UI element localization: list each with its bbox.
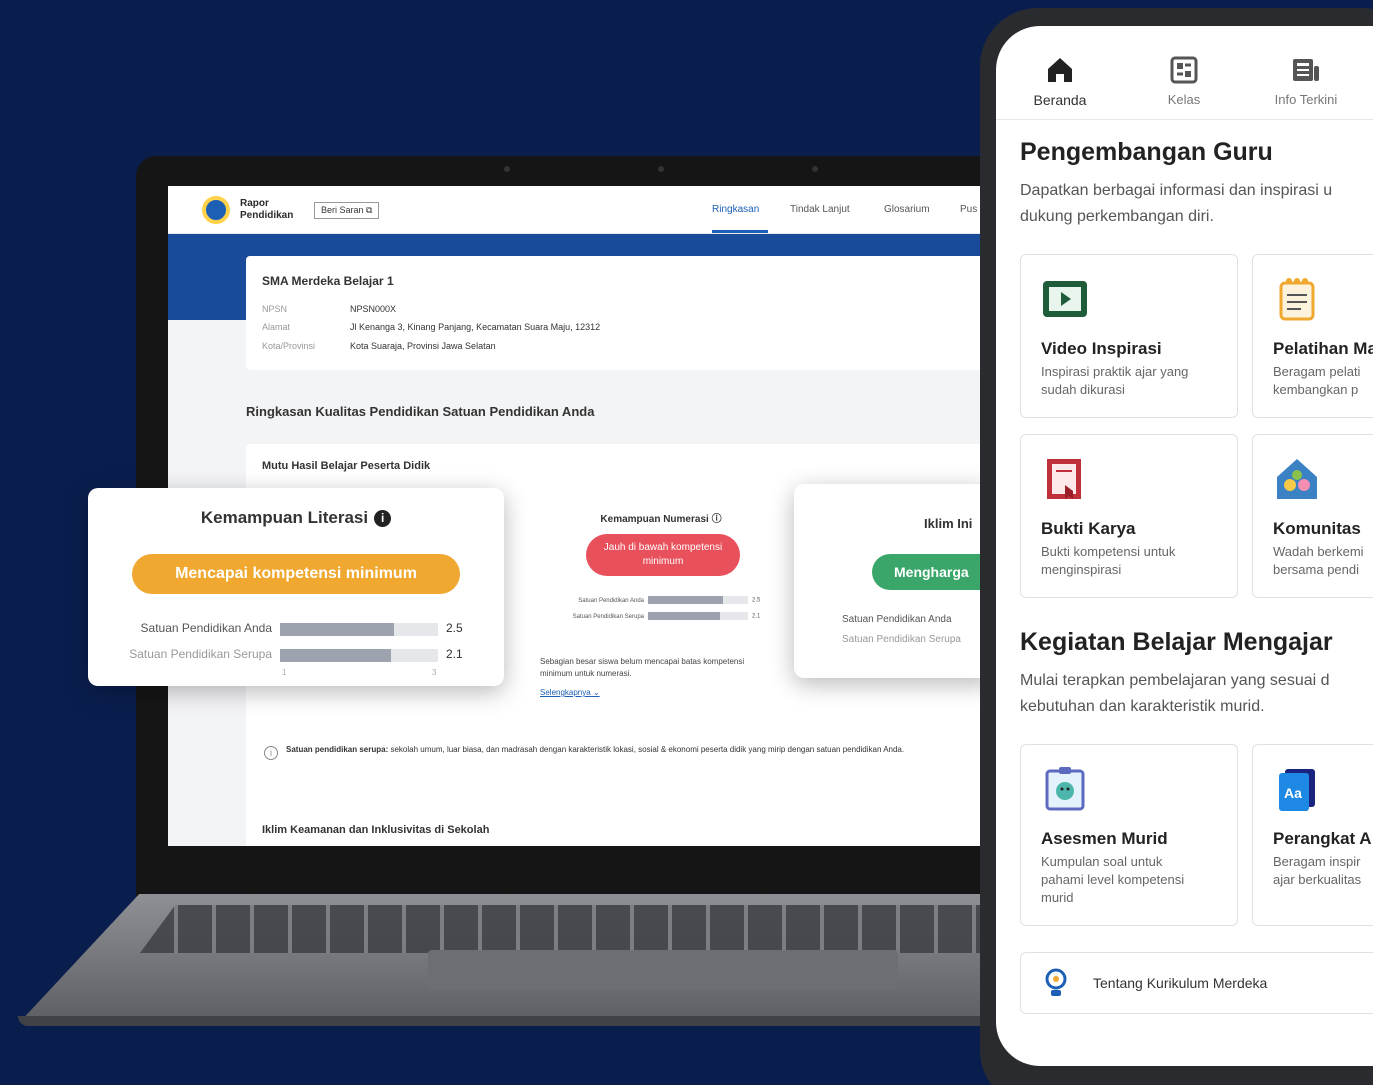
numerasi-row: Satuan Pendidikan Anda 2.5 [578, 596, 761, 604]
literasi-card: Kemampuan Literasi i Mencapai kompetensi … [88, 488, 504, 686]
card-perangkat-ajar[interactable]: Aa Perangkat A Beragam inspir ajar berku… [1252, 744, 1373, 926]
axis-tick: 1 [282, 668, 287, 677]
camera-dot [658, 166, 664, 172]
iklim-title: Iklim Ini [924, 516, 973, 531]
axis-tick: 3 [432, 668, 437, 677]
numerasi-bar-fill [648, 596, 723, 604]
video-icon [1043, 281, 1087, 317]
assessment-icon [1045, 767, 1085, 811]
laptop-trackpad [428, 950, 898, 990]
iklim-row: Satuan Pendidikan Serupa [842, 634, 961, 645]
section-subtitle: Mulai terapkan pembelajaran yang sesuai … [1020, 672, 1330, 715]
laptop-keyboard [140, 905, 1020, 953]
iklim-section-title: Iklim Keamanan dan Inklusivitas di Sekol… [262, 824, 490, 836]
literasi-status-badge: Mencapai kompetensi minimum [132, 554, 460, 594]
lightbulb-icon [1045, 968, 1067, 996]
school-name: SMA Merdeka Belajar 1 [262, 274, 394, 288]
numerasi-bar-fill [648, 612, 720, 620]
literasi-bar [280, 649, 438, 662]
school-row: NPSN NPSN000X [262, 304, 397, 314]
feedback-button[interactable]: Beri Saran ⧉ [314, 202, 380, 219]
school-info-card: SMA Merdeka Belajar 1 NPSN NPSN000X Alama… [246, 256, 998, 370]
card-video-inspirasi[interactable]: Video Inspirasi Inspirasi praktik ajar y… [1020, 254, 1238, 418]
iklim-row: Satuan Pendidikan Anda [842, 614, 952, 625]
iklim-card: Iklim Ini Mengharga Satuan Pendidikan An… [794, 484, 994, 678]
kurikulum-merdeka-banner[interactable]: Tentang Kurikulum Merdeka [1020, 952, 1373, 1014]
iklim-status-badge: Mengharga [872, 554, 994, 590]
school-row: Alamat Jl Kenanga 3, Kinang Panjang, Keca… [262, 322, 601, 332]
notebook-icon [1279, 278, 1315, 321]
nav-item-beranda[interactable]: Beranda [1010, 54, 1110, 108]
info-icon[interactable]: i [374, 510, 392, 527]
community-icon [1277, 459, 1317, 499]
school-row: Kota/Provinsi Kota Suaraja, Provinsi Jawa… [262, 341, 496, 351]
info-icon[interactable]: ⓘ [712, 514, 722, 525]
numerasi-bar [648, 596, 748, 604]
card-komunitas[interactable]: Komunitas Wadah berkemi bersama pendi [1252, 434, 1373, 598]
numerasi-row: Satuan Pendidikan Serupa 2.1 [572, 612, 761, 620]
tab-glosarium[interactable]: Glosarium [884, 204, 930, 215]
book-icon: Aa [1279, 769, 1315, 811]
card-asesmen-murid[interactable]: Asesmen Murid Kumpulan soal untuk pahami… [1020, 744, 1238, 926]
info-circle-icon: i [264, 746, 278, 760]
card-bukti-karya[interactable]: Bukti Karya Bukti kompetensi untuk mengi… [1020, 434, 1238, 598]
phone-bottom-nav: Beranda Kelas Info Terkini [996, 26, 1373, 120]
section-subtitle: Dapatkan berbagai informasi dan inspiras… [1020, 182, 1333, 225]
chevron-down-icon: ⌄ [592, 688, 600, 697]
tab-tindak-lanjut[interactable]: Tindak Lanjut [790, 204, 850, 215]
numerasi-bar [648, 612, 748, 620]
phone-screen: Beranda Kelas Info Terkini Pengembangan … [996, 26, 1373, 1066]
news-icon [1293, 59, 1319, 81]
numerasi-status-badge: Jauh di bawah kompetensi minimum [586, 534, 740, 576]
mutu-title: Mutu Hasil Belajar Peserta Didik [262, 460, 431, 472]
certificate-icon [1047, 459, 1081, 499]
card-pelatihan-mandiri[interactable]: Pelatihan Ma Beragam pelati kembangkan p [1252, 254, 1373, 418]
active-tab-indicator [712, 230, 768, 233]
camera-dot [812, 166, 818, 172]
laptop-base-edge [18, 1016, 1028, 1026]
camera-dot [504, 166, 510, 172]
tab-pusat[interactable]: Pus [960, 204, 977, 215]
section-title-kegiatan-belajar: Kegiatan Belajar Mengajar [1020, 628, 1333, 656]
literasi-bar-fill [280, 623, 394, 636]
numerasi-more-link[interactable]: Selengkapnya ⌄ [540, 688, 600, 697]
similar-schools-info: i Satuan pendidikan serupa: sekolah umum… [246, 734, 998, 778]
screen-navbar: Rapor Pendidikan Beri Saran ⧉ Ringkasan … [168, 186, 998, 234]
tab-ringkasan[interactable]: Ringkasan [712, 204, 759, 215]
home-icon [1048, 58, 1072, 82]
nav-item-info-terkini[interactable]: Info Terkini [1256, 54, 1356, 107]
brand-name: Rapor Pendidikan [240, 198, 294, 221]
literasi-bar [280, 623, 438, 636]
iklim-section: Iklim Keamanan dan Inklusivitas di Sekol… [246, 806, 998, 846]
numerasi-note: Sebagian besar siswa belum mencapai bata… [540, 657, 745, 678]
numerasi-title: Kemampuan Numerasi ⓘ [600, 514, 722, 525]
summary-title: Ringkasan Kualitas Pendidikan Satuan Pen… [246, 404, 595, 419]
tut-wuri-logo [202, 196, 230, 224]
external-link-icon: ⧉ [366, 205, 373, 215]
nav-item-kelas[interactable]: Kelas [1134, 54, 1234, 107]
literasi-title: Kemampuan Literasi i [88, 508, 504, 528]
literasi-bar-fill [280, 649, 391, 662]
class-icon [1170, 56, 1198, 84]
svg-text:Aa: Aa [1284, 785, 1302, 801]
numerasi-panel: Kemampuan Numerasi ⓘ Jauh di bawah kompe… [524, 494, 798, 726]
section-title-pengembangan-guru: Pengembangan Guru [1020, 138, 1273, 166]
